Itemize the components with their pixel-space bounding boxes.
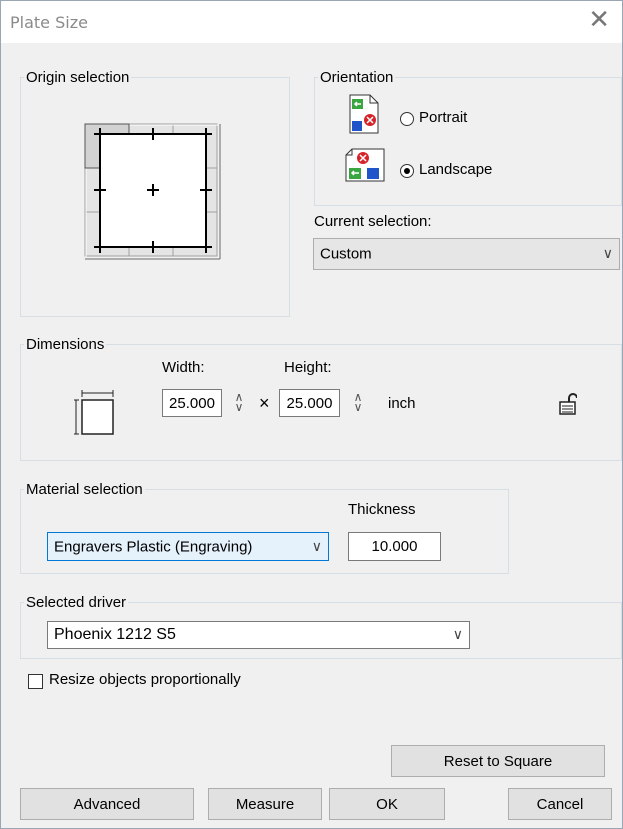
origin-grid[interactable] — [84, 123, 224, 263]
orientation-label: Orientation — [318, 69, 396, 86]
window-title: Plate Size — [10, 13, 88, 32]
material-selection-label: Material selection — [24, 481, 145, 498]
thickness-input[interactable]: 10.000 — [348, 532, 441, 561]
close-icon[interactable]: ✕ — [588, 7, 610, 33]
cancel-button[interactable]: Cancel — [508, 788, 612, 820]
orientation-group: Orientation Portrait Landscape — [314, 69, 622, 206]
height-input[interactable]: 25.000 — [279, 389, 340, 417]
selected-driver-group: Selected driver Phoenix 1212 S5 ∨ — [20, 594, 622, 659]
height-value: 25.000 — [286, 394, 333, 412]
dimensions-group: Dimensions Width: Height: 25.000 ∧ ∨ × 2… — [20, 336, 622, 461]
chevron-down-icon: ∨ — [311, 538, 322, 555]
width-spinner[interactable]: ∧ ∨ — [232, 391, 246, 413]
portrait-icon — [349, 94, 379, 134]
origin-selection-label: Origin selection — [24, 69, 132, 86]
driver-dropdown[interactable]: Phoenix 1212 S5 ∨ — [47, 621, 470, 649]
reset-to-square-button[interactable]: Reset to Square — [391, 745, 605, 777]
chevron-down-icon: ∨ — [452, 627, 463, 643]
spin-down-icon[interactable]: ∨ — [351, 401, 365, 413]
origin-selection-group: Origin selection — [20, 69, 290, 317]
title-bar: Plate Size ✕ — [1, 1, 622, 43]
landscape-icon — [345, 148, 385, 182]
thickness-label: Thickness — [348, 501, 416, 518]
ok-button[interactable]: OK — [329, 788, 445, 820]
dimensions-label: Dimensions — [24, 336, 107, 353]
portrait-radio[interactable] — [400, 112, 414, 126]
driver-value: Phoenix 1212 S5 — [54, 626, 176, 643]
width-label: Width: — [162, 359, 205, 376]
landscape-label[interactable]: Landscape — [419, 161, 492, 178]
material-value: Engravers Plastic (Engraving) — [54, 538, 253, 555]
current-selection-label: Current selection: — [314, 213, 432, 230]
thickness-value: 10.000 — [371, 538, 418, 555]
plate-size-dialog: Plate Size ✕ Origin selection Orientatio… — [0, 0, 623, 829]
measure-button[interactable]: Measure — [208, 788, 322, 820]
selected-driver-label: Selected driver — [24, 594, 129, 611]
current-selection-value: Custom — [320, 245, 372, 263]
material-selection-group: Material selection Thickness Engravers P… — [20, 481, 509, 574]
chevron-down-icon: ∨ — [602, 246, 613, 262]
spin-down-icon[interactable]: ∨ — [232, 401, 246, 413]
times-sign: × — [259, 393, 270, 413]
lock-icon[interactable] — [559, 392, 577, 416]
portrait-label[interactable]: Portrait — [419, 109, 467, 126]
advanced-button[interactable]: Advanced — [20, 788, 194, 820]
current-selection-dropdown[interactable]: Custom ∨ — [313, 238, 620, 270]
height-label: Height: — [284, 359, 332, 376]
landscape-radio[interactable] — [400, 164, 414, 178]
width-input[interactable]: 25.000 — [162, 389, 222, 417]
material-dropdown[interactable]: Engravers Plastic (Engraving) ∨ — [47, 532, 329, 561]
dimensions-icon — [74, 390, 114, 435]
resize-proportionally-checkbox[interactable] — [28, 674, 43, 689]
resize-proportionally-label[interactable]: Resize objects proportionally — [49, 671, 241, 688]
unit-label: inch — [388, 395, 416, 412]
width-value: 25.000 — [169, 394, 215, 412]
height-spinner[interactable]: ∧ ∨ — [351, 391, 365, 413]
